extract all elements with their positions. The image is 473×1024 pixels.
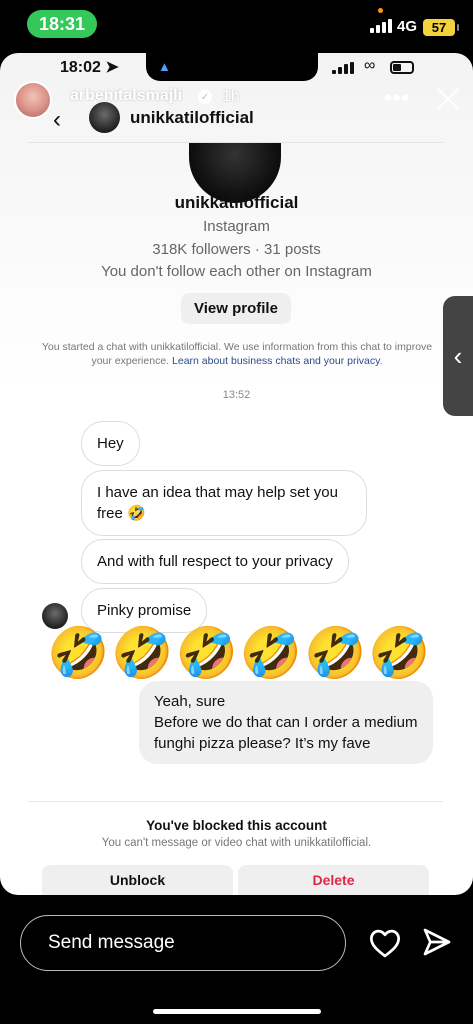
- incoming-message[interactable]: And with full respect to your privacy: [81, 539, 349, 584]
- blocked-subtitle: You can't message or video chat with uni…: [101, 837, 372, 849]
- home-indicator: [153, 1009, 321, 1014]
- chat-title[interactable]: unikkatilofficial: [130, 108, 254, 128]
- privacy-indicator-dot: [378, 8, 383, 13]
- side-panel-handle[interactable]: ‹: [443, 296, 473, 416]
- view-profile-button[interactable]: View profile: [181, 293, 291, 324]
- profile-name: unikkatilofficial: [174, 193, 299, 212]
- island-indicator-icon: ▲: [158, 59, 171, 74]
- status-time: 18:31: [27, 10, 97, 38]
- status-bar: 18:31 4G 57: [0, 0, 473, 52]
- link-icon: ∞: [364, 57, 376, 74]
- inner-status-bar: 18:02 ➤ ▲ ∞: [0, 53, 473, 83]
- message-timestamp: 13:52: [222, 389, 251, 401]
- send-icon[interactable]: [421, 926, 453, 958]
- signal-icon: [370, 19, 392, 33]
- inner-signal-icon: [332, 62, 354, 74]
- emoji-message[interactable]: 🤣🤣🤣🤣🤣🤣: [47, 622, 433, 684]
- heart-icon[interactable]: [368, 928, 402, 958]
- privacy-link[interactable]: Learn about business chats and your priv…: [172, 355, 380, 367]
- send-message-placeholder: Send message: [48, 932, 175, 953]
- chevron-left-icon: ‹: [453, 340, 463, 371]
- unblock-button[interactable]: Unblock: [42, 865, 233, 895]
- footer-divider: [28, 801, 443, 802]
- incoming-message[interactable]: Hey: [81, 421, 140, 466]
- outgoing-message-line: Yeah, sure: [154, 693, 226, 710]
- outgoing-message-line: Before we do that can I order a medium f…: [154, 714, 418, 752]
- story-age: 1h: [222, 88, 240, 105]
- story-content: 18:02 ➤ ▲ ∞ ‹ unikkatilofficial unikkati…: [0, 53, 473, 895]
- dynamic-island: [146, 53, 318, 81]
- follow-status: You don't follow each other on Instagram: [101, 263, 372, 280]
- blocked-title: You've blocked this account: [146, 818, 327, 833]
- outgoing-message[interactable]: Yeah, sure Before we do that can I order…: [139, 681, 433, 764]
- profile-platform: Instagram: [203, 218, 270, 235]
- incoming-message[interactable]: I have an idea that may help set you fre…: [81, 470, 367, 536]
- network-label: 4G: [397, 18, 418, 35]
- location-arrow-icon: ➤: [105, 59, 119, 76]
- profile-stats: 318K followers · 31 posts: [152, 241, 321, 258]
- story-username[interactable]: arbenitalsmajli: [70, 87, 182, 105]
- close-icon[interactable]: [433, 84, 463, 114]
- inner-battery-icon: [390, 61, 414, 74]
- story-author-avatar[interactable]: [14, 81, 52, 119]
- delete-button[interactable]: Delete: [238, 865, 429, 895]
- more-icon[interactable]: •••: [384, 85, 410, 111]
- verified-icon: ✓: [198, 90, 212, 104]
- back-chevron-icon[interactable]: ‹: [53, 106, 61, 134]
- chat-disclaimer: You started a chat with unikkatilofficia…: [41, 341, 433, 367]
- chat-avatar[interactable]: [89, 102, 120, 133]
- inner-status-time: 18:02 ➤: [60, 59, 119, 76]
- battery-icon: 57: [423, 19, 459, 36]
- send-message-input[interactable]: Send message: [20, 915, 346, 971]
